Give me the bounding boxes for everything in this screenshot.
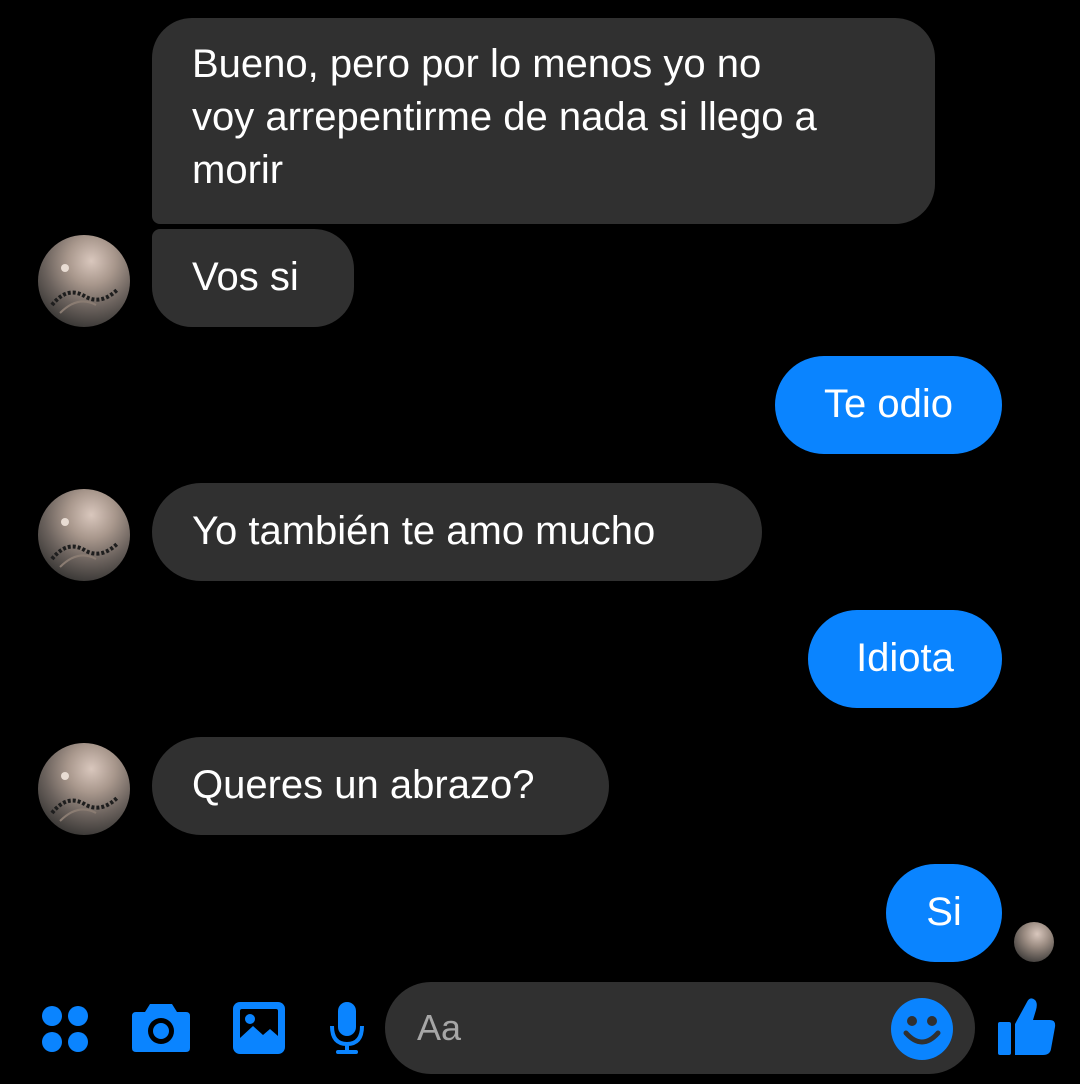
message-bubble-outgoing[interactable]: Idiota	[808, 610, 1002, 708]
emoji-icon[interactable]	[890, 997, 954, 1061]
message-input[interactable]: Aa	[385, 982, 975, 1074]
message-bubble-outgoing[interactable]: Te odio	[775, 356, 1002, 454]
contact-avatar[interactable]	[38, 235, 130, 327]
message-bubble-incoming[interactable]: Yo también te amo mucho	[152, 483, 762, 581]
message-bubble-incoming[interactable]: Queres un abrazo?	[152, 737, 609, 835]
avatar-photo	[50, 264, 120, 314]
thumbs-up-icon[interactable]	[996, 996, 1058, 1058]
contact-avatar[interactable]	[38, 489, 130, 581]
read-receipt-avatar	[1014, 922, 1054, 962]
avatar-photo	[50, 518, 120, 568]
apps-icon[interactable]	[40, 1004, 90, 1054]
microphone-icon[interactable]	[328, 1000, 366, 1056]
message-bubble-outgoing[interactable]: Si	[886, 864, 1002, 962]
contact-avatar[interactable]	[38, 743, 130, 835]
message-input-placeholder: Aa	[417, 1007, 462, 1048]
gallery-icon[interactable]	[231, 1000, 287, 1056]
message-bubble-incoming[interactable]: Vos si	[152, 229, 354, 327]
message-bubble-incoming[interactable]: Bueno, pero por lo menos yo no voy arrep…	[152, 18, 935, 224]
camera-icon[interactable]	[130, 1002, 192, 1054]
avatar-photo	[50, 772, 120, 822]
